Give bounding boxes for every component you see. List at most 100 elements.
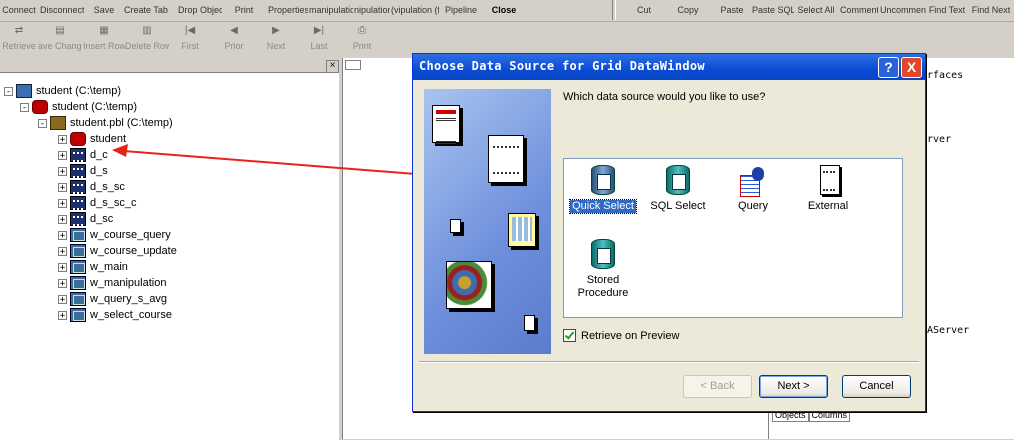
- expand-icon[interactable]: +: [58, 310, 67, 320]
- tree-node[interactable]: + w_query_s_avg: [58, 291, 167, 307]
- next-button[interactable]: Next >: [759, 375, 828, 398]
- editor-scroll-indicator[interactable]: [345, 60, 361, 70]
- close-dialog-button[interactable]: X: [901, 57, 922, 78]
- tree-node[interactable]: + w_course_query: [58, 227, 171, 243]
- source-query[interactable]: Query: [717, 165, 789, 213]
- tree-node-label: d_c: [90, 149, 108, 161]
- datawindow-icon: [70, 180, 86, 194]
- expand-icon[interactable]: +: [58, 214, 67, 224]
- manipulation-button-2[interactable]: nipulation: [354, 0, 390, 21]
- uncomment-button[interactable]: Uncomment: [880, 0, 926, 21]
- disconnect-button[interactable]: Disconnect: [40, 0, 84, 21]
- dialog-title: Choose Data Source for Grid DataWindow: [419, 59, 705, 73]
- expand-icon[interactable]: +: [58, 278, 67, 288]
- expand-icon[interactable]: +: [58, 166, 67, 176]
- save-button[interactable]: Save: [92, 0, 116, 21]
- source-external[interactable]: External: [792, 165, 864, 213]
- insert-row-button[interactable]: ▦ Insert Row: [83, 22, 125, 55]
- help-button[interactable]: ?: [878, 57, 899, 78]
- source-quick-select[interactable]: Quick Select: [567, 165, 639, 214]
- tree-node-label: student: [90, 133, 127, 145]
- expand-icon[interactable]: +: [58, 182, 67, 192]
- delete-row-button[interactable]: ▥ Delete Row: [125, 22, 169, 55]
- connect-button[interactable]: Connect: [0, 0, 38, 21]
- pipeline-button[interactable]: Pipeline: [443, 0, 479, 21]
- tree-node-label: d_s_sc: [90, 181, 125, 193]
- source-stored-procedure[interactable]: Stored Procedure: [567, 239, 639, 300]
- choose-data-source-dialog: Choose Data Source for Grid DataWindow ?…: [412, 53, 926, 412]
- sql-select-icon: [663, 165, 693, 197]
- properties-button[interactable]: Properties: [268, 0, 308, 21]
- delete-row-icon: ▥: [142, 25, 152, 36]
- save-changes-icon: ▤: [55, 25, 65, 36]
- print-button[interactable]: Print: [232, 0, 256, 21]
- prior-button[interactable]: ◀ Prior: [220, 22, 248, 55]
- first-button[interactable]: |◀ First: [176, 22, 204, 55]
- tree-node[interactable]: - student (C:\temp): [20, 99, 137, 115]
- tree-node[interactable]: + student: [58, 131, 126, 147]
- tree-node[interactable]: - student.pbl (C:\temp): [38, 115, 173, 131]
- expand-icon[interactable]: +: [58, 230, 67, 240]
- close-button[interactable]: Close: [487, 0, 521, 21]
- window-icon: [70, 292, 86, 306]
- collapse-icon[interactable]: -: [38, 118, 47, 128]
- dialog-separator: [419, 361, 919, 363]
- tree-node[interactable]: + w_main: [58, 259, 128, 275]
- retrieve-on-preview-checkbox[interactable]: [563, 329, 576, 342]
- small-doc-image: [450, 219, 461, 233]
- drop-object-button[interactable]: Drop Objec: [178, 0, 222, 21]
- back-button[interactable]: < Back: [683, 375, 752, 398]
- copy-button[interactable]: Copy: [672, 0, 704, 21]
- datawindow-icon: [70, 148, 86, 162]
- expand-icon[interactable]: +: [58, 294, 67, 304]
- last-icon: ▶|: [313, 25, 325, 36]
- retrieve-on-preview-option[interactable]: Retrieve on Preview: [563, 329, 679, 342]
- tree-node-label: d_s: [90, 165, 108, 177]
- paste-sql-button[interactable]: Paste SQL: [752, 0, 794, 21]
- tree-node-label: d_sc: [90, 213, 114, 225]
- next-record-button[interactable]: ▶ Next: [262, 22, 290, 55]
- last-button[interactable]: ▶| Last: [305, 22, 333, 55]
- wizard-illustration: [424, 89, 551, 354]
- panel-header: [0, 58, 340, 70]
- query-icon: [738, 165, 768, 197]
- manipulation-button-3[interactable]: (vipulation (f: [391, 0, 439, 21]
- cut-button[interactable]: Cut: [630, 0, 658, 21]
- tree-node[interactable]: + w_course_update: [58, 243, 177, 259]
- tree-node[interactable]: + d_s: [58, 163, 108, 179]
- datawindow-icon: [70, 164, 86, 178]
- expand-icon[interactable]: +: [58, 262, 67, 272]
- expand-icon[interactable]: +: [58, 134, 67, 144]
- next-icon: ▶: [272, 25, 280, 36]
- tree-node[interactable]: + w_manipulation: [58, 275, 166, 291]
- create-table-button[interactable]: Create Tabl: [124, 0, 168, 21]
- cancel-button[interactable]: Cancel: [842, 375, 911, 398]
- find-text-button[interactable]: Find Text: [928, 0, 966, 21]
- prior-icon: ◀: [230, 25, 238, 36]
- tree-node[interactable]: + w_select_course: [58, 307, 172, 323]
- stored-procedure-icon: [588, 239, 618, 271]
- comment-button[interactable]: Comment: [840, 0, 878, 21]
- select-all-button[interactable]: Select All: [796, 0, 836, 21]
- manipulation-button-1[interactable]: manipulation: [309, 0, 353, 21]
- dialog-title-bar[interactable]: Choose Data Source for Grid DataWindow ?…: [413, 54, 925, 80]
- save-changes-button[interactable]: ▤ ave Change: [38, 22, 82, 55]
- expand-icon[interactable]: +: [58, 150, 67, 160]
- tree-node[interactable]: + d_sc: [58, 211, 113, 227]
- expand-icon[interactable]: +: [58, 198, 67, 208]
- tree-node[interactable]: - student (C:\temp): [4, 83, 121, 99]
- retrieve-button[interactable]: ⇄ Retrieve: [2, 22, 36, 55]
- print-preview-button[interactable]: ⎙ Print: [348, 22, 376, 55]
- application-icon: [32, 100, 48, 114]
- collapse-icon[interactable]: -: [4, 86, 13, 96]
- expand-icon[interactable]: +: [58, 246, 67, 256]
- source-sql-select[interactable]: SQL Select: [642, 165, 714, 213]
- tree-node-label: student.pbl (C:\temp): [70, 117, 173, 129]
- paste-button[interactable]: Paste: [716, 0, 748, 21]
- find-next-button[interactable]: Find Next: [968, 0, 1014, 21]
- collapse-icon[interactable]: -: [20, 102, 29, 112]
- tree-node-label: d_s_sc_c: [90, 197, 137, 209]
- tree-node[interactable]: + d_s_sc: [58, 179, 125, 195]
- tree-node[interactable]: + d_s_sc_c: [58, 195, 136, 211]
- tree-node[interactable]: + d_c: [58, 147, 108, 163]
